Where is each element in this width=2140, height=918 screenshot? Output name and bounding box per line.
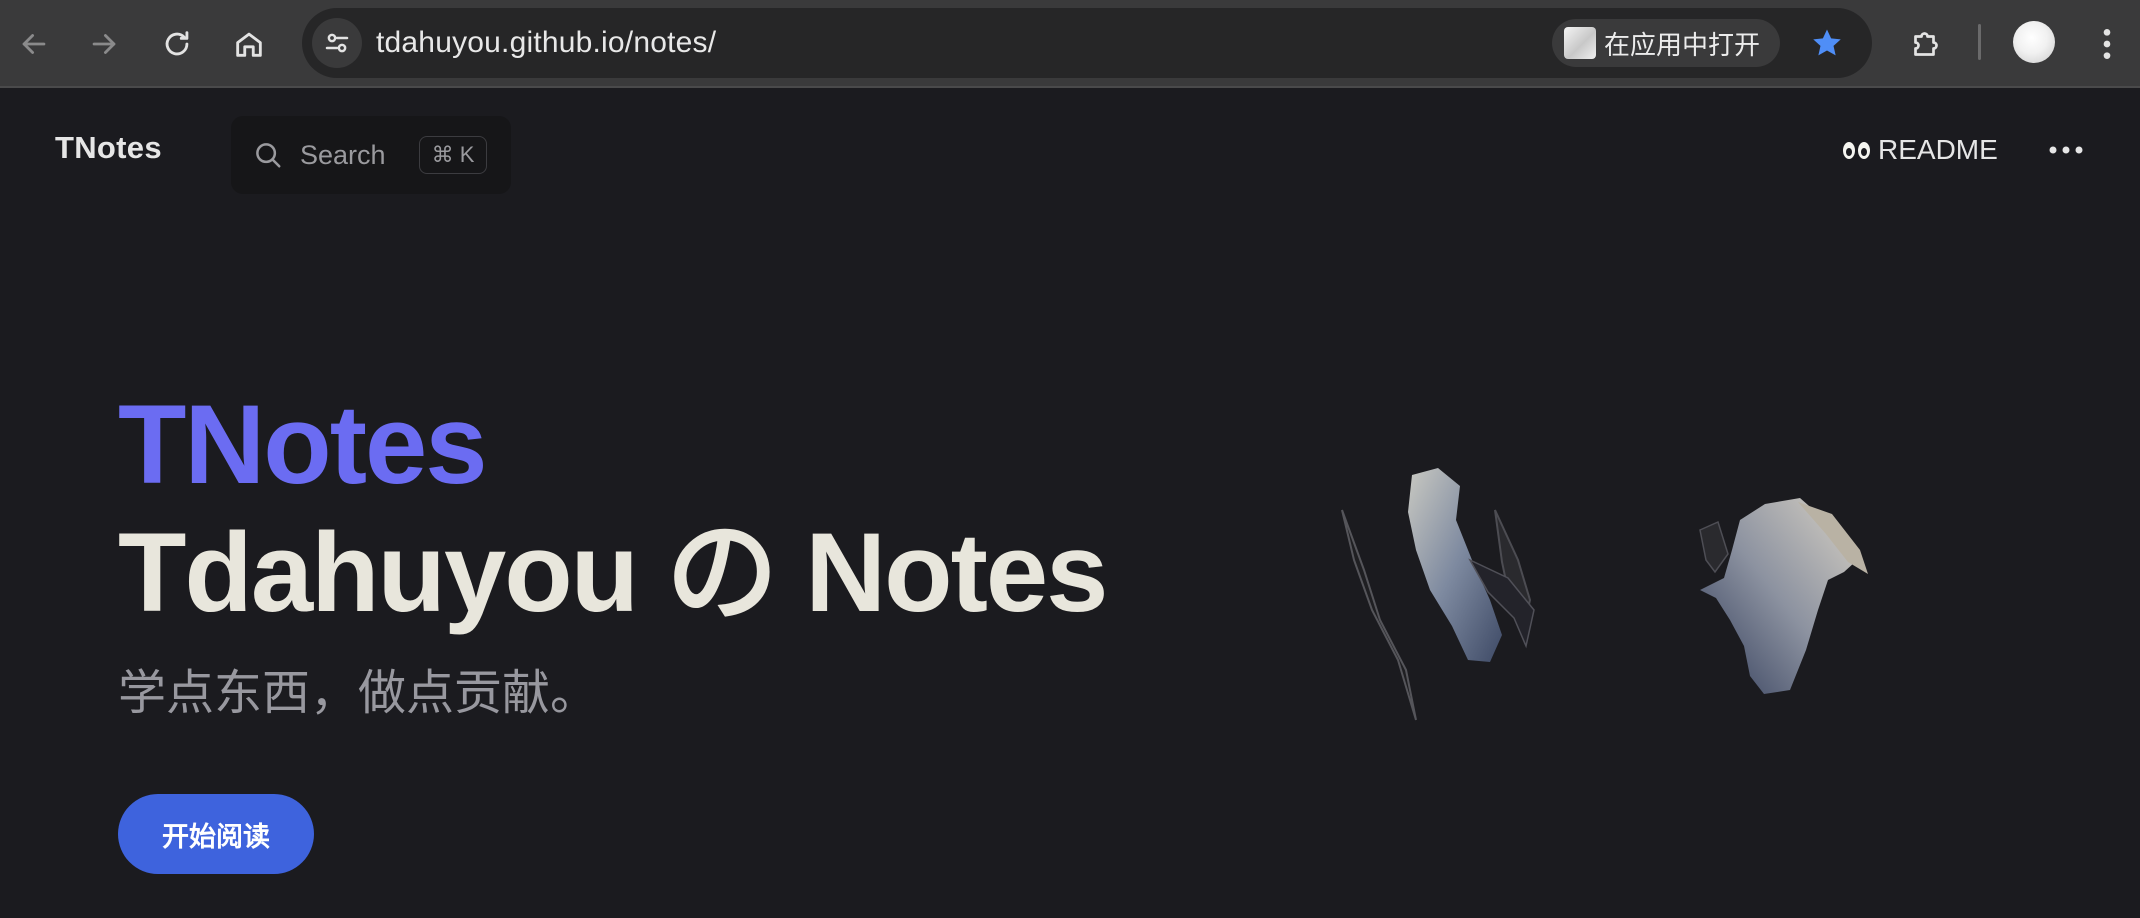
star-icon [1813,29,1841,56]
url-text[interactable]: tdahuyou.github.io/notes/ [376,8,716,78]
open-in-app-label: 在应用中打开 [1604,29,1761,60]
site-info-button[interactable] [312,18,362,68]
start-reading-button[interactable]: 开始阅读 [118,794,314,874]
kebab-menu-icon [2103,29,2111,59]
bookmark-button[interactable] [1802,18,1852,68]
puzzle-icon [1914,32,1938,56]
search-button[interactable]: Search ⌘ K [231,116,511,194]
more-menu-button[interactable] [2048,128,2084,172]
hero-title: Tdahuyou の Notes [118,510,1108,635]
readme-link[interactable]: README [1843,128,1998,172]
hero-image [1341,468,1868,721]
site-navbar: TNotes Search ⌘ K README [0,90,2140,220]
toolbar-divider [1978,24,1981,60]
extensions-button[interactable] [1896,14,1956,74]
site-brand[interactable]: TNotes [55,130,162,166]
hero-name: TNotes [118,382,488,507]
eyes-icon [1843,141,1870,159]
stone-sculpture-left [1341,468,1535,721]
browser-toolbar: tdahuyou.github.io/notes/ 在应用中打开 [0,0,2140,88]
search-label: Search [300,140,386,170]
hero-tagline: 学点东西，做点贡献。 [118,667,599,720]
browser-menu-button[interactable] [2080,14,2134,74]
reload-button[interactable] [147,14,207,74]
arrow-left-icon [22,34,46,54]
open-in-app-chip[interactable]: 在应用中打开 [1552,19,1780,67]
readme-label: README [1878,134,1998,165]
back-button[interactable] [4,14,64,74]
home-icon [236,32,262,57]
home-button[interactable] [219,14,279,74]
reload-icon [165,31,189,56]
search-shortcut-badge: ⌘ K [419,136,487,174]
forward-button[interactable] [74,14,134,74]
app-thumbnail [1564,27,1596,59]
tune-icon [325,33,349,53]
stone-sculpture-right [1699,498,1868,694]
ellipsis-icon [2049,146,2083,154]
arrow-right-icon [92,34,116,54]
search-icon [253,140,283,170]
address-bar[interactable]: tdahuyou.github.io/notes/ 在应用中打开 [302,8,1872,78]
avatar[interactable] [2013,21,2055,63]
